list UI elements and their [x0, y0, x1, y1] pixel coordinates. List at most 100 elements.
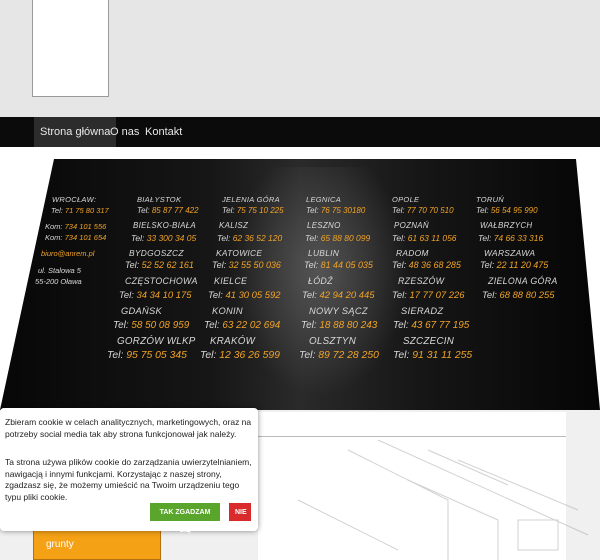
office-city: WAŁBRZYCH [480, 221, 533, 230]
office-tel: Tel: 32 55 50 036 [212, 260, 281, 270]
office-city: TORUŃ [476, 195, 505, 204]
accept-cookies-button[interactable]: TAK ZGADZAM SIĘ [150, 503, 220, 534]
office-tel-number: 75 75 10 225 [236, 206, 284, 215]
office-city: BIELSKO-BIAŁA [133, 221, 197, 230]
office-tel: Tel: 48 36 68 285 [392, 260, 461, 270]
nav-contact[interactable]: Kontakt [145, 117, 182, 147]
office-tel: Tel: 42 94 20 445 [302, 289, 374, 300]
office-tel-number: 76 75 30180 [320, 206, 366, 215]
wroclaw-postcode: 55-200 Oława [35, 277, 82, 286]
blueprint-illustration [297, 440, 589, 560]
office-city: ŁÓDŹ [308, 276, 333, 286]
office-tel: Tel: 75 75 10 225 [222, 206, 284, 215]
tel-label: Tel: [392, 288, 407, 300]
office-tel: Tel: 41 30 05 592 [208, 289, 280, 300]
wroclaw-kom1-number: 734 101 556 [64, 222, 107, 231]
office-city: GDAŃSK [121, 306, 163, 316]
tel-label: Tel: [302, 288, 317, 300]
office-tel-number: 12 36 26 599 [219, 350, 280, 362]
office-tel: Tel: 85 87 77 422 [137, 206, 199, 215]
tel-label: Tel: [222, 206, 235, 215]
tel-label: Tel: [482, 288, 497, 300]
tel-label: Tel: [217, 232, 231, 243]
office-city: OLSZTYN [309, 336, 357, 347]
tel-label: Tel: [204, 319, 220, 331]
cookie-text-2: Ta strona używa plików cookie do zarządz… [5, 457, 252, 502]
office-tel-number: 22 11 20 475 [496, 260, 549, 271]
wroclaw-tel-number: 71 75 80 317 [64, 206, 109, 215]
logo-box[interactable] [32, 0, 109, 97]
office-tel: Tel: 34 34 10 175 [119, 289, 191, 300]
nav-home[interactable]: Strona główna [34, 117, 117, 147]
office-tel: Tel: 56 54 95 990 [476, 206, 538, 215]
office-city: BYDGOSZCZ [129, 248, 184, 258]
office-tel: Tel: 63 22 02 694 [204, 320, 280, 331]
office-tel: Tel: 81 44 05 035 [304, 260, 373, 270]
contact-hero: WROCŁAW: Tel: 71 75 80 317 Kom: 734 101 … [0, 147, 600, 410]
reject-cookies-button[interactable]: NIE [229, 503, 251, 521]
tel-label: Tel: [119, 288, 134, 300]
office-tel: Tel: 43 67 77 195 [393, 320, 469, 331]
grunty-button[interactable]: grunty [33, 530, 161, 560]
tel-label: Tel: [306, 206, 319, 215]
email-link[interactable]: biuro@anrem.pl [41, 249, 94, 258]
cookie-text-1: Zbieram cookie w celach analitycznych, m… [5, 417, 252, 439]
office-city: ZIELONA GÓRA [488, 276, 558, 286]
office-city: OPOLE [392, 195, 420, 204]
office-tel-number: 43 67 77 195 [411, 319, 470, 331]
wroclaw-email[interactable]: biuro@anrem.pl [41, 249, 94, 258]
office-city: KIELCE [214, 276, 248, 286]
tel-label: Tel: [208, 288, 223, 300]
office-city: NOWY SĄCZ [309, 306, 368, 316]
office-tel-number: 62 36 52 120 [232, 232, 283, 243]
office-tel: Tel: 95 75 05 345 [107, 350, 187, 361]
office-city: GORZÓW WLKP [117, 336, 196, 347]
office-city: JELENIA GÓRA [222, 195, 280, 204]
nav-about[interactable]: O nas [110, 117, 139, 147]
office-tel-number: 56 54 95 990 [490, 206, 538, 215]
header-area [0, 0, 600, 117]
office-tel-number: 32 55 50 036 [228, 260, 281, 271]
office-tel: Tel: 74 66 33 316 [478, 233, 543, 243]
office-tel: Tel: 18 88 80 243 [301, 320, 377, 331]
tel-label: Tel: [113, 319, 129, 331]
office-tel-number: 18 88 80 243 [319, 319, 378, 331]
office-city: RADOM [396, 248, 429, 258]
office-tel: Tel: 68 88 80 255 [482, 289, 554, 300]
office-tel-number: 52 52 62 161 [141, 260, 194, 271]
tel-label: Tel: [478, 232, 492, 243]
tel-label: Tel: [301, 319, 317, 331]
tel-label: Tel: [393, 319, 409, 331]
office-tel-number: 74 66 33 316 [493, 232, 544, 243]
office-tel-number: 91 31 11 255 [412, 350, 473, 362]
tel-label: Tel: [392, 206, 405, 215]
tel-label: Tel: [304, 260, 319, 271]
office-city: WARSZAWA [484, 248, 536, 258]
office-city: KONIN [212, 306, 243, 316]
office-city: BIAŁYSTOK [137, 195, 182, 204]
wroclaw-kom2-number: 734 101 654 [64, 233, 107, 242]
office-tel-number: 48 36 68 285 [408, 260, 461, 271]
office-tel-number: 33 300 34 05 [146, 232, 197, 243]
office-tel-number: 17 77 07 226 [409, 288, 465, 300]
tel-label: Tel: [131, 232, 145, 243]
tel-label: Tel: [476, 206, 489, 215]
office-tel: Tel: 22 11 20 475 [480, 260, 548, 270]
office-city: KRAKÓW [210, 336, 256, 347]
office-tel-number: 65 88 80 099 [320, 232, 371, 243]
wroclaw-kom2: Kom: 734 101 654 [45, 233, 107, 242]
grunty-label: grunty [46, 539, 74, 550]
office-city: LESZNO [307, 221, 341, 230]
tel-label: Tel: [480, 260, 495, 271]
office-tel: Tel: 61 63 11 056 [392, 233, 457, 243]
office-tel: Tel: 77 70 70 510 [392, 206, 454, 215]
office-city: CZĘSTOCHOWA [125, 276, 198, 286]
office-tel-number: 63 22 02 694 [222, 319, 281, 331]
office-tel: Tel: 12 36 26 599 [200, 350, 280, 361]
tel-label: Tel: [392, 260, 407, 271]
tel-label: Tel: [212, 260, 227, 271]
office-city: KATOWICE [216, 248, 263, 258]
office-city: LEGNICA [306, 195, 342, 204]
office-city: POZNAŃ [394, 221, 429, 230]
office-city: RZESZÓW [398, 276, 445, 286]
